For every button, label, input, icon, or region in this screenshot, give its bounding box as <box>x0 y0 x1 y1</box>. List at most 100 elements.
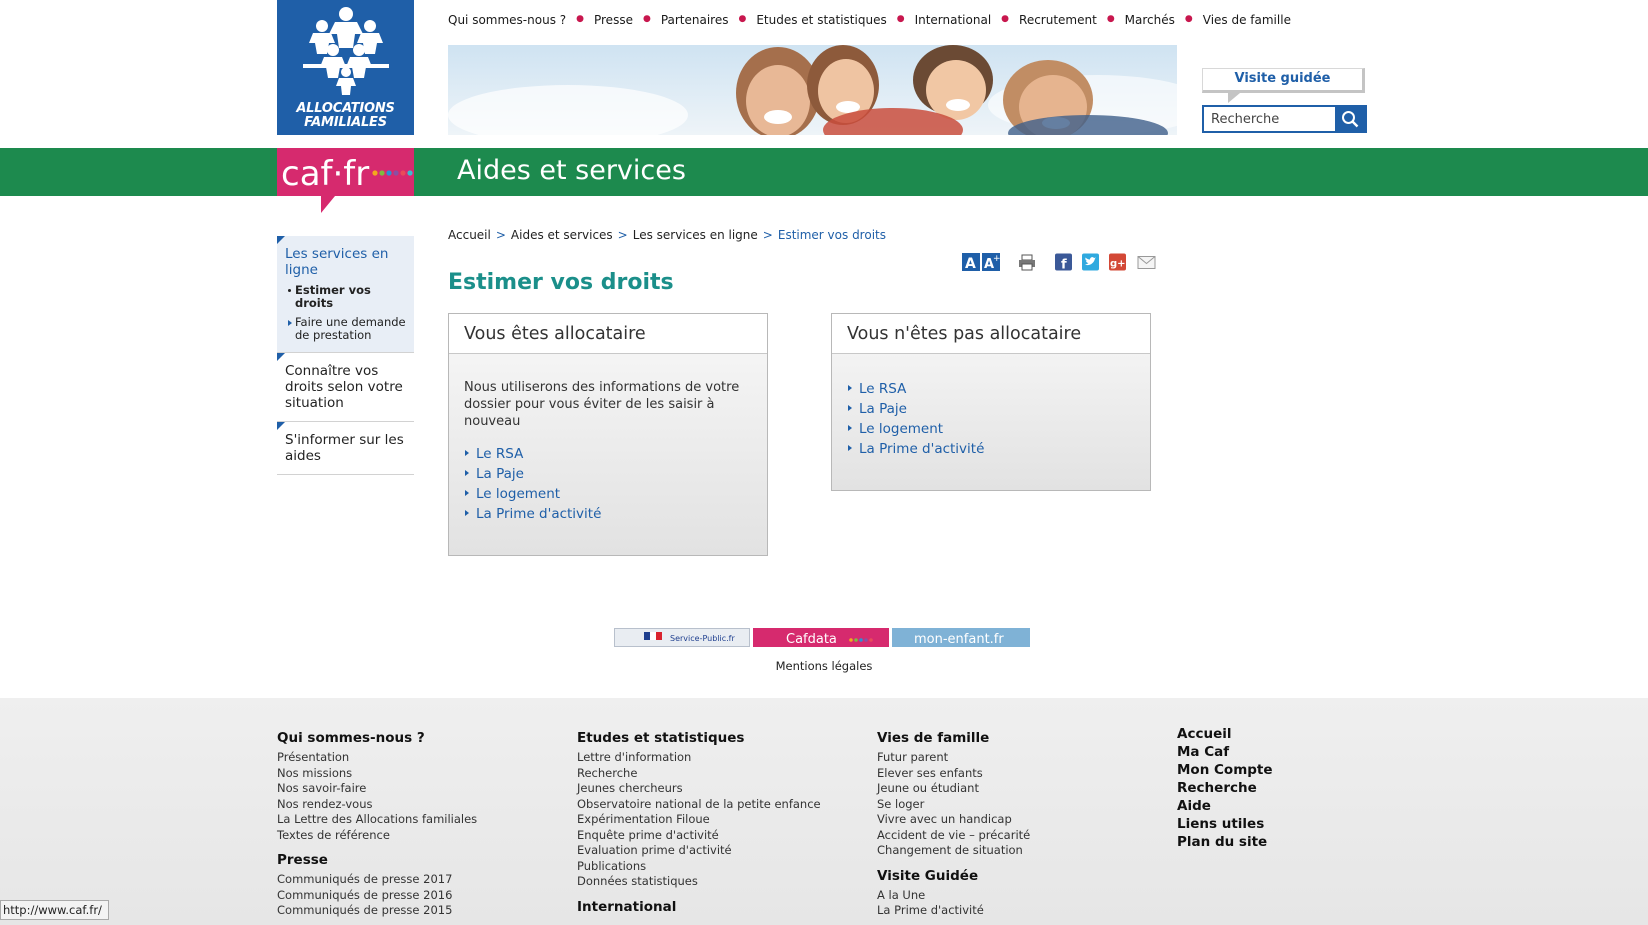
footer-link[interactable]: Publications <box>577 859 821 875</box>
google-plus-icon[interactable]: g+ <box>1109 253 1126 271</box>
search-box <box>1202 105 1367 133</box>
cafdata-badge[interactable]: Cafdata <box>753 628 889 647</box>
footer-mon-compte-link[interactable]: Mon Compte <box>1177 761 1273 779</box>
footer-link[interactable]: Vivre avec un handicap <box>877 812 1030 828</box>
link-logement[interactable]: Le logement <box>464 484 752 504</box>
link-paje[interactable]: La Paje <box>464 464 752 484</box>
footer-link[interactable]: Evaluation prime d'activité <box>577 843 821 859</box>
breadcrumb-separator: > <box>617 228 628 242</box>
family-banner-image <box>448 45 1177 135</box>
link-logement[interactable]: Le logement <box>847 419 1135 439</box>
leftnav-sinformer-aides[interactable]: S'informer sur les aides <box>285 432 408 464</box>
nav-separator-dot: ● <box>576 14 584 24</box>
footer-link[interactable]: Observatoire national de la petite enfan… <box>577 797 821 813</box>
footer-link[interactable]: Changement de situation <box>877 843 1030 859</box>
service-public-text: Service-Public.fr <box>670 634 735 643</box>
search-button[interactable] <box>1335 107 1365 131</box>
text-increase-icon[interactable]: A+ <box>982 253 1000 271</box>
topnav-vies-de-famille[interactable]: Vies de famille <box>1203 13 1291 27</box>
topnav-qui-sommes-nous[interactable]: Qui sommes-nous ? <box>448 13 566 27</box>
svg-text:+: + <box>993 254 1000 264</box>
topnav-etudes-statistiques[interactable]: Etudes et statistiques <box>756 13 886 27</box>
footer-accueil-link[interactable]: Accueil <box>1177 725 1273 743</box>
breadcrumb: Accueil > Aides et services > Les services e… <box>448 228 886 242</box>
topnav-recrutement[interactable]: Recrutement <box>1019 13 1097 27</box>
footer-plan-du-site-link[interactable]: Plan du site <box>1177 833 1273 851</box>
footer-link[interactable]: Lettre d'information <box>577 750 821 766</box>
left-navigation: Les services en ligne Estimer vos droits… <box>277 236 414 475</box>
footer-link[interactable]: Expérimentation Filoue <box>577 812 821 828</box>
footer-link[interactable]: Jeune ou étudiant <box>877 781 1030 797</box>
footer-link[interactable]: Recherche <box>577 766 821 782</box>
card-title: Vous êtes allocataire <box>449 314 767 354</box>
svg-text:f: f <box>1061 258 1067 272</box>
card-description: Nous utiliserons des informations de vot… <box>464 380 740 429</box>
mon-enfant-badge[interactable]: mon-enfant.fr <box>892 628 1030 647</box>
footer-link[interactable]: Communiqués de presse 2016 <box>277 888 477 904</box>
leftnav-services-en-ligne[interactable]: Les services en ligne <box>285 246 408 278</box>
nav-separator-dot: ● <box>738 14 747 24</box>
print-icon[interactable] <box>1018 253 1036 271</box>
leftnav-faire-une-demande[interactable]: Faire une demande de prestation <box>285 316 408 342</box>
caf-fr-logo[interactable]: caf·fr <box>277 148 414 213</box>
footer-link[interactable]: Nos rendez-vous <box>277 797 477 813</box>
page-title: Estimer vos droits <box>448 270 674 295</box>
breadcrumb-aides-et-services[interactable]: Aides et services <box>511 228 613 242</box>
topnav-marches[interactable]: Marchés <box>1125 13 1175 27</box>
footer-recherche-link[interactable]: Recherche <box>1177 779 1273 797</box>
search-input[interactable] <box>1204 107 1337 131</box>
footer-link[interactable]: Textes de référence <box>277 828 477 844</box>
footer-link[interactable]: Présentation <box>277 750 477 766</box>
card-allocataire: Vous êtes allocataire Nous utiliserons d… <box>448 313 768 556</box>
footer-link[interactable]: Enquête prime d'activité <box>577 828 821 844</box>
link-paje[interactable]: La Paje <box>847 399 1135 419</box>
nav-separator-dot: ● <box>642 14 651 24</box>
footer-link[interactable]: Accident de vie – précarité <box>877 828 1030 844</box>
text-decrease-icon[interactable]: A <box>962 253 980 271</box>
visite-guidee-button[interactable]: Visite guidée <box>1202 68 1365 93</box>
email-icon[interactable] <box>1137 253 1156 271</box>
mentions-legales-link[interactable]: Mentions légales <box>0 659 1648 673</box>
leftnav-estimer-vos-droits[interactable]: Estimer vos droits <box>285 284 408 310</box>
twitter-icon[interactable] <box>1082 253 1099 271</box>
footer-heading[interactable]: Etudes et statistiques <box>577 730 821 746</box>
topnav-international[interactable]: International <box>915 13 992 27</box>
footer-ma-caf-link[interactable]: Ma Caf <box>1177 743 1273 761</box>
footer-link[interactable]: La Lettre des Allocations familiales <box>277 812 477 828</box>
footer-heading[interactable]: Presse <box>277 852 477 868</box>
breadcrumb-services-en-ligne[interactable]: Les services en ligne <box>633 228 758 242</box>
service-public-badge[interactable]: Service-Public.fr <box>614 628 750 647</box>
footer-heading[interactable]: Qui sommes-nous ? <box>277 730 477 746</box>
footer-link[interactable]: Nos savoir-faire <box>277 781 477 797</box>
facebook-icon[interactable]: f <box>1055 253 1072 271</box>
link-prime-activite[interactable]: La Prime d'activité <box>464 504 752 524</box>
search-icon <box>1342 111 1359 128</box>
footer-heading[interactable]: Visite Guidée <box>877 868 1030 884</box>
footer-link[interactable]: Communiqués de presse 2017 <box>277 872 477 888</box>
caf-logo-text: caf·fr <box>281 154 369 194</box>
topnav-partenaires[interactable]: Partenaires <box>661 13 729 27</box>
footer-liens-utiles-link[interactable]: Liens utiles <box>1177 815 1273 833</box>
footer-link[interactable]: Futur parent <box>877 750 1030 766</box>
footer-link[interactable]: Jeunes chercheurs <box>577 781 821 797</box>
breadcrumb-separator: > <box>762 228 773 242</box>
footer-heading[interactable]: International <box>577 899 821 915</box>
card-non-allocataire: Vous n'êtes pas allocataire Le RSA La Pa… <box>831 313 1151 491</box>
leftnav-connaitre-vos-droits[interactable]: Connaître vos droits selon votre situati… <box>285 363 408 411</box>
footer-heading[interactable]: Vies de famille <box>877 730 1030 746</box>
footer-link[interactable]: Nos missions <box>277 766 477 782</box>
breadcrumb-accueil[interactable]: Accueil <box>448 228 491 242</box>
link-prime-activite[interactable]: La Prime d'activité <box>847 439 1135 459</box>
footer-link[interactable]: Se loger <box>877 797 1030 813</box>
link-rsa[interactable]: Le RSA <box>464 444 752 464</box>
footer-aide-link[interactable]: Aide <box>1177 797 1273 815</box>
footer-link[interactable]: Elever ses enfants <box>877 766 1030 782</box>
svg-text:g+: g+ <box>1110 259 1126 270</box>
topnav-presse[interactable]: Presse <box>594 13 633 27</box>
footer-link[interactable]: Données statistiques <box>577 874 821 890</box>
footer-link[interactable]: Communiqués de presse 2015 <box>277 903 477 919</box>
footer-link[interactable]: A la Une <box>877 888 1030 904</box>
caf-logo-allocations-familiales[interactable]: ALLOCATIONS FAMILIALES <box>277 0 414 135</box>
footer-link[interactable]: La Prime d'activité <box>877 903 1030 919</box>
link-rsa[interactable]: Le RSA <box>847 379 1135 399</box>
